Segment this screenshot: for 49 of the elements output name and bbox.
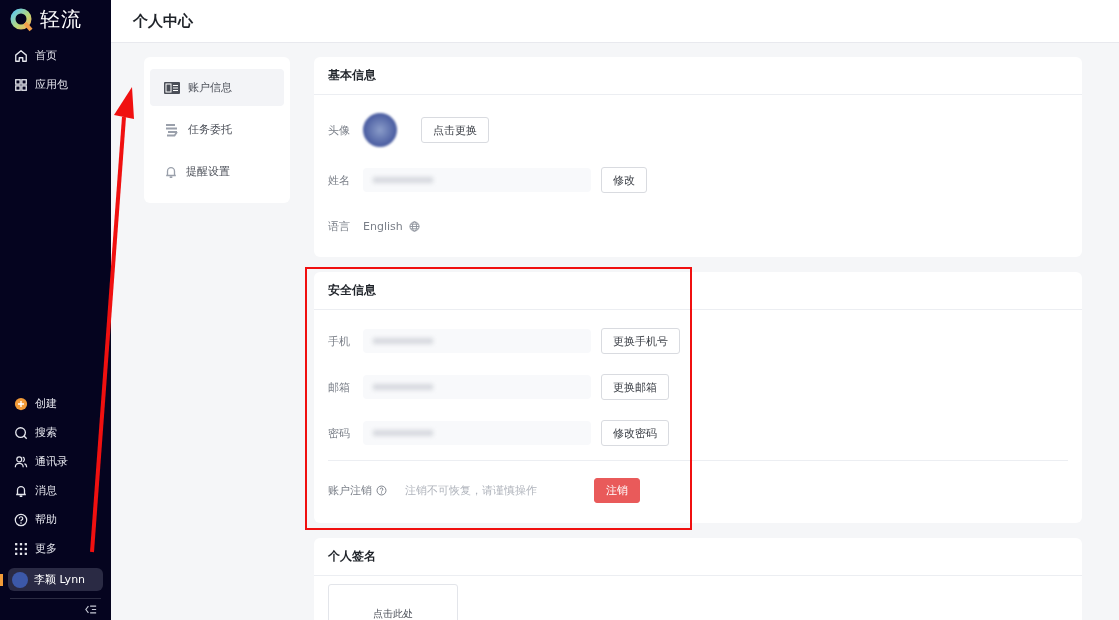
section-title: 个人签名 <box>314 538 1082 576</box>
change-button[interactable]: 更换手机号 <box>601 328 680 354</box>
dots-grid-icon <box>14 541 28 556</box>
field-label: 头像 <box>328 122 351 138</box>
field-label: 姓名 <box>328 172 351 188</box>
help-icon <box>14 512 28 527</box>
people-icon <box>14 454 28 469</box>
warning-hint: 注销不可恢复，请谨慎操作 <box>405 482 538 498</box>
bell-icon <box>164 164 178 179</box>
id-card-icon <box>164 81 180 94</box>
section-title: 基本信息 <box>314 57 1082 95</box>
change-button[interactable]: 更换邮箱 <box>601 374 669 400</box>
field-label: 语言 <box>328 218 351 234</box>
search-icon <box>14 425 28 440</box>
stack-arrow-icon <box>164 122 180 137</box>
change-button[interactable]: 修改密码 <box>601 420 669 446</box>
logo-icon <box>10 7 34 32</box>
plus-icon <box>14 396 28 411</box>
help-icon <box>376 484 387 496</box>
section-title: 安全信息 <box>314 272 1082 310</box>
collapse-icon[interactable] <box>85 605 97 614</box>
sidebar-item[interactable]: 更多 <box>8 534 103 563</box>
sidebar-item[interactable]: 帮助 <box>8 505 103 534</box>
field-label: 密码 <box>328 425 351 441</box>
avatar <box>363 113 397 147</box>
bell-icon <box>14 483 28 498</box>
avatar <box>12 571 28 588</box>
settings-nav-item[interactable]: 提醒设置 <box>150 153 284 190</box>
sidebar-item[interactable]: 创建 <box>8 389 103 418</box>
grid-icon <box>14 77 28 92</box>
home-icon <box>14 48 28 63</box>
logo-text: 轻流 <box>40 6 82 33</box>
sidebar-item[interactable]: 通讯录 <box>8 447 103 476</box>
sidebar-item[interactable]: 应用包 <box>8 70 103 99</box>
field-label: 邮箱 <box>328 379 351 395</box>
page-title: 个人中心 <box>133 11 193 31</box>
field-label: 手机 <box>328 333 351 349</box>
change-avatar-button[interactable]: 点击更换 <box>421 117 489 143</box>
settings-nav-item[interactable]: 任务委托 <box>150 111 284 148</box>
settings-nav-item[interactable]: 账户信息 <box>150 69 284 106</box>
signature-upload-area[interactable]: 点击此处 <box>328 584 458 620</box>
sidebar-item[interactable]: 首页 <box>8 41 103 70</box>
language-value: English <box>363 219 403 233</box>
edit-button[interactable]: 修改 <box>601 167 647 193</box>
field-label: 账户注销 <box>328 482 372 498</box>
globe-icon[interactable] <box>408 220 420 232</box>
sidebar-item[interactable]: 消息 <box>8 476 103 505</box>
sidebar-item[interactable]: 搜索 <box>8 418 103 447</box>
user-item[interactable]: 李颖 Lynn <box>8 568 103 591</box>
